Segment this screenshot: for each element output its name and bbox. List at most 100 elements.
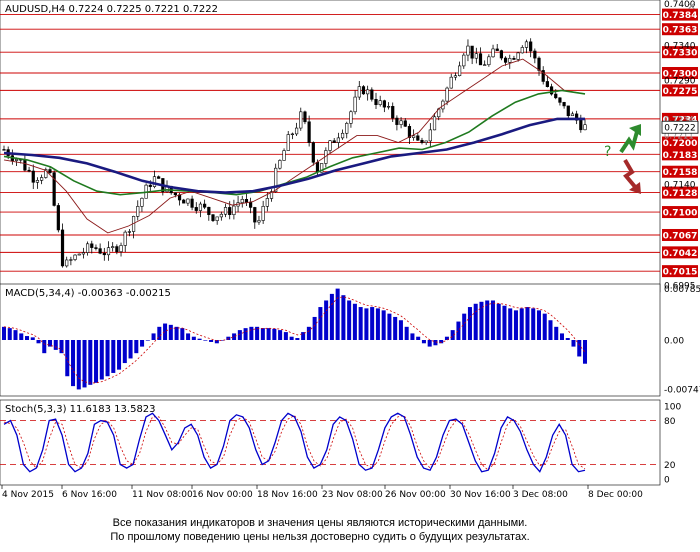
macd-bar [237, 330, 242, 340]
macd-bar [548, 320, 553, 340]
candle-body [136, 206, 140, 217]
candle-body [35, 180, 40, 183]
macd-bar [232, 333, 237, 340]
candle-body [282, 150, 286, 161]
macd-bar [24, 336, 30, 340]
macd-bar [203, 340, 208, 341]
macd-bar [168, 324, 173, 340]
candle-body [182, 199, 186, 204]
candle-body [345, 123, 349, 134]
candle-body [537, 57, 541, 71]
disclaimer-line-1: Все показания индикаторов и значения цен… [112, 517, 528, 529]
macd-bar [99, 340, 104, 380]
candle-body [119, 245, 123, 253]
stoch-scale-label: 20 [664, 461, 676, 471]
macd-bar [53, 340, 58, 350]
candle-body [432, 116, 437, 131]
price-panel: 0.73840.73630.73300.73000.72750.72340.72… [0, 0, 699, 293]
candle-body [332, 140, 336, 143]
candle-body [520, 47, 524, 54]
candle-body [466, 45, 470, 56]
candle-body [407, 126, 412, 138]
macd-bar [490, 300, 495, 340]
macd-bar [249, 326, 254, 340]
candle-body [470, 45, 474, 59]
candle-body [478, 53, 483, 66]
candle-body [274, 167, 278, 192]
candle-body [228, 207, 232, 215]
macd-bar [278, 330, 283, 340]
macd-bar [105, 340, 110, 377]
close-icon[interactable]: ✕ [683, 0, 700, 13]
macd-bar [525, 307, 530, 340]
candle-body [81, 252, 86, 255]
macd-bar [335, 288, 340, 340]
macd-bar [186, 333, 191, 340]
time-tick-label: 30 Nov 16:00 [450, 490, 511, 500]
macd-bar [260, 328, 265, 340]
candle-body [23, 159, 27, 171]
candle-body [194, 207, 198, 211]
macd-bar [577, 340, 582, 357]
macd-bar [312, 316, 317, 340]
macd-bar [375, 308, 380, 340]
macd-bar [7, 328, 12, 340]
candle-body [14, 159, 19, 161]
candle-body [90, 243, 94, 248]
candle-body [428, 129, 432, 142]
candle-body [311, 142, 315, 163]
macd-bar [306, 326, 311, 340]
candle-body [207, 206, 211, 215]
macd-bar [283, 332, 288, 340]
time-tick-label: 8 Dec 00:00 [588, 490, 643, 500]
candle-body [286, 134, 290, 151]
time-tick-label: 23 Nov 08:00 [322, 490, 383, 500]
candle-body [483, 64, 487, 66]
candle-body [508, 58, 512, 63]
macd-bar [140, 340, 145, 347]
candle-body [219, 213, 223, 218]
candle-body [140, 197, 144, 207]
macd-scale-label: 0.00 [664, 337, 684, 347]
macd-bar [329, 293, 334, 340]
macd-scale-label: -0.00747 [664, 386, 700, 396]
candle-body [545, 81, 549, 87]
macd-bar [128, 340, 133, 359]
macd-bar [398, 320, 403, 340]
candle-body [328, 140, 332, 151]
macd-bar [559, 333, 565, 340]
time-tick-label: 16 Nov 00:00 [192, 490, 253, 500]
stoch-panel: Stoch(5,3,3) 11.6183 13.5823 100 80 20 0 [0, 399, 681, 486]
macd-bar [174, 326, 179, 340]
candle-body [357, 86, 361, 98]
macd-bar [13, 330, 18, 340]
time-tick-label: 6 Nov 16:00 [62, 490, 117, 500]
time-tick-label: 18 Nov 16:00 [257, 490, 318, 500]
candle-body [106, 247, 111, 256]
macd-bar [324, 300, 329, 340]
candle-body [361, 86, 366, 95]
level-label: 0.7183 [663, 151, 698, 161]
level-label: 0.7100 [663, 209, 698, 219]
macd-bar [59, 340, 64, 354]
macd-bar [341, 295, 346, 340]
candle-body [512, 58, 516, 60]
macd-bar [163, 323, 168, 340]
candle-body [503, 57, 508, 63]
candle-body [261, 206, 265, 221]
macd-bar [485, 300, 490, 340]
macd-bar [427, 340, 432, 347]
candle-body [290, 133, 295, 136]
price-scale-label: 0.7140 [664, 181, 696, 191]
candle-body [253, 207, 257, 223]
macd-bar [421, 340, 426, 344]
candle-body [265, 198, 269, 207]
macd-bar [370, 307, 375, 340]
candle-body [102, 252, 106, 256]
candle-body [499, 50, 504, 59]
macd-bar [508, 308, 513, 340]
candle-body [445, 87, 449, 102]
candle-body [583, 124, 587, 131]
candle-body [424, 140, 428, 143]
macd-bar [71, 340, 76, 387]
